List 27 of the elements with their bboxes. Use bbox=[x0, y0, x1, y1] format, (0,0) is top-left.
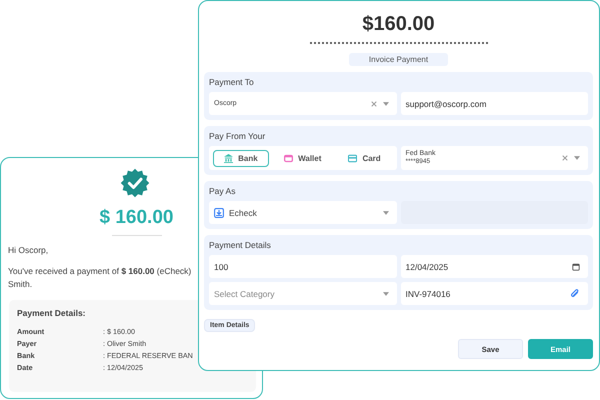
payment-amount: $ 160.00 bbox=[100, 207, 174, 229]
date-field[interactable]: 12/04/2025 bbox=[400, 255, 588, 278]
calendar-icon[interactable] bbox=[572, 262, 580, 270]
greeting: Hi Oscorp, bbox=[8, 245, 48, 255]
email-field[interactable]: support@oscorp.com bbox=[400, 92, 588, 115]
section-label: Payment To bbox=[209, 77, 255, 87]
verified-badge-icon bbox=[120, 168, 150, 198]
amount-field[interactable]: 100 bbox=[209, 255, 396, 278]
clear-icon[interactable] bbox=[562, 155, 568, 161]
details-title: Payment Details: bbox=[17, 308, 86, 318]
method-tab[interactable]: Bank bbox=[213, 150, 269, 166]
payment-message: Smith. bbox=[8, 279, 32, 289]
category-select[interactable]: Select Category bbox=[209, 282, 396, 305]
section-label: Pay From Your bbox=[209, 131, 266, 141]
pay-as-select[interactable]: Echeck bbox=[209, 201, 396, 224]
clear-icon[interactable] bbox=[370, 100, 376, 106]
invoice-type-label: Invoice Payment bbox=[348, 53, 448, 66]
section-label: Pay As bbox=[209, 186, 236, 196]
caret-icon bbox=[382, 292, 388, 296]
invoice-number-field[interactable]: INV-974016 bbox=[400, 282, 588, 305]
paperclip-icon[interactable] bbox=[570, 288, 580, 298]
caret-icon bbox=[574, 156, 580, 160]
caret-icon bbox=[382, 210, 388, 214]
caret-icon bbox=[382, 102, 388, 106]
payment-message: You've received a payment of $ 160.00 (eCheck) bbox=[8, 266, 192, 276]
section-label: Payment Details bbox=[209, 240, 272, 250]
invoice-amount: $160.00 bbox=[362, 13, 435, 36]
